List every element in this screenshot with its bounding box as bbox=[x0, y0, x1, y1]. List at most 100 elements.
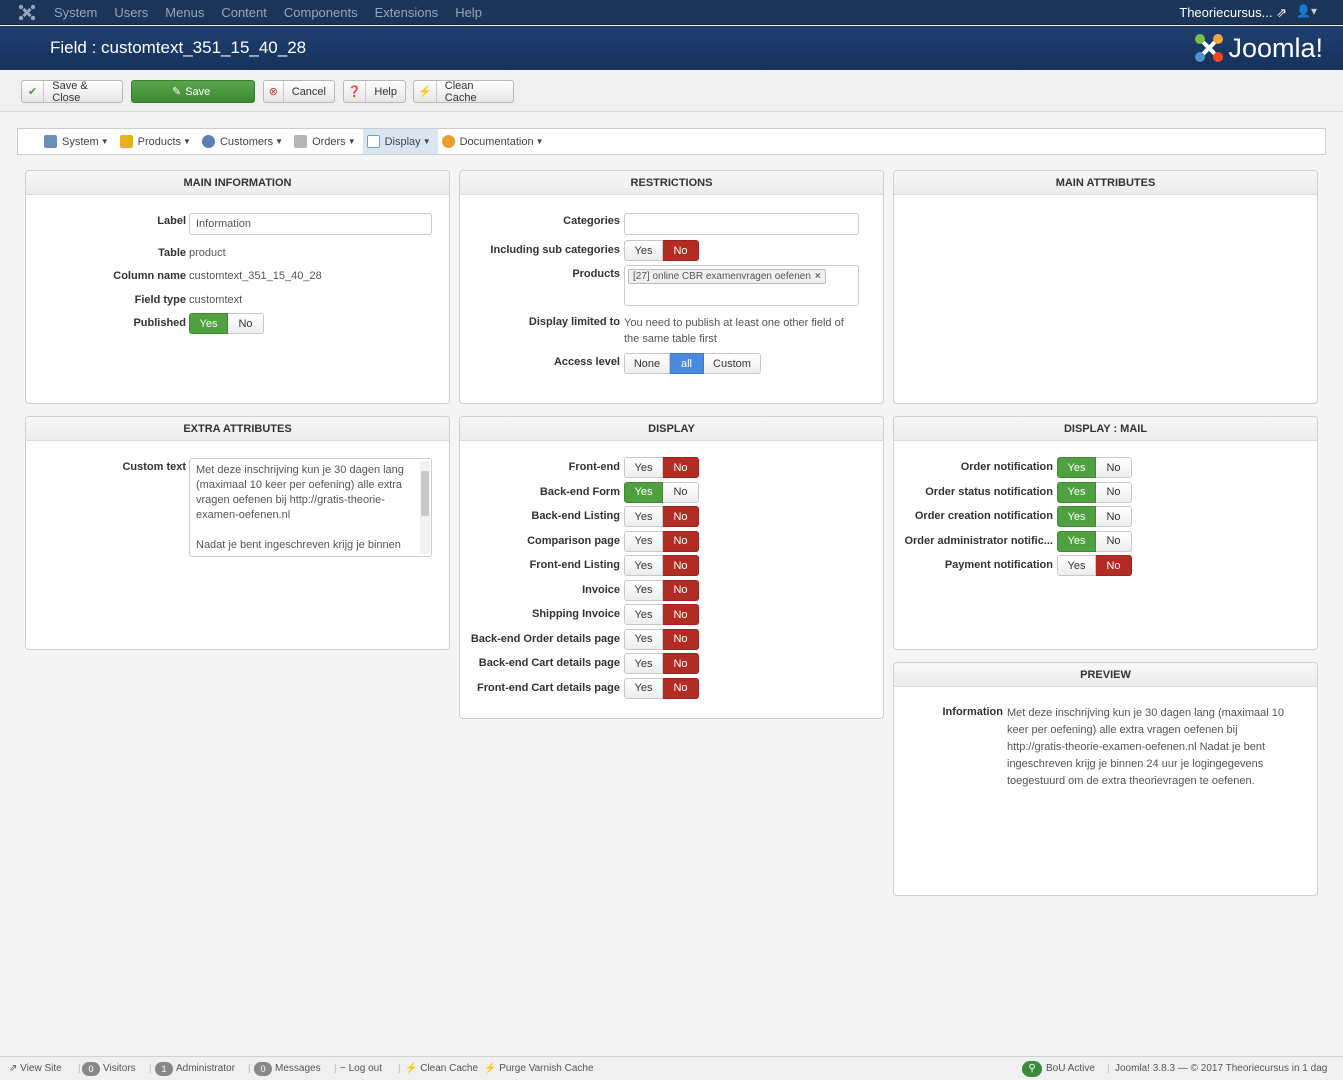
label-field-label: Label bbox=[157, 215, 186, 227]
cancel-label: Cancel bbox=[291, 85, 326, 98]
save-label: Save bbox=[185, 85, 211, 98]
toggle-no[interactable]: No bbox=[663, 481, 699, 503]
toggle-no[interactable]: No bbox=[663, 653, 699, 674]
purge-varnish-link[interactable]: ⚡ Purge Varnish Cache bbox=[484, 1057, 594, 1080]
toggle-row-label: Comparison page bbox=[527, 534, 620, 547]
remove-tag-icon[interactable]: × bbox=[815, 271, 821, 282]
view-site-link[interactable]: ⇗ View Site bbox=[9, 1057, 62, 1080]
submenu-documentation[interactable]: Documentation ▼ bbox=[438, 129, 551, 154]
cancel-button[interactable]: ⊗ Cancel bbox=[263, 80, 335, 103]
toggle-yes[interactable]: Yes bbox=[624, 506, 663, 527]
published-no[interactable]: No bbox=[228, 313, 264, 334]
toggle-yes[interactable]: Yes bbox=[1057, 481, 1096, 503]
toggle-row-label: Back-end Cart details page bbox=[478, 657, 620, 669]
external-link-icon: ⇗ bbox=[1276, 5, 1287, 20]
status-bar: ⇗ View Site | 0 Visitors | 1 Administrator… bbox=[0, 1056, 1343, 1080]
display-panel: DISPLAY Front-end Yes No Back-end Form Yes No… bbox=[459, 416, 884, 719]
nav-content[interactable]: Content bbox=[221, 0, 267, 25]
help-button[interactable]: ❓ Help bbox=[343, 80, 406, 103]
toggle-row-label: Back-end Order details page bbox=[470, 632, 620, 645]
toggle-no[interactable]: No bbox=[663, 604, 699, 625]
yes-no-toggle: Yes No bbox=[624, 457, 699, 478]
access-none[interactable]: None bbox=[624, 353, 670, 374]
nav-menus[interactable]: Menus bbox=[165, 0, 204, 25]
logout-link[interactable]: − Log out bbox=[340, 1057, 382, 1080]
site-link[interactable]: Theoriecursus... ⇗ bbox=[1179, 0, 1287, 25]
submenu-orders[interactable]: Orders ▼ bbox=[290, 129, 363, 154]
toggle-yes[interactable]: Yes bbox=[624, 481, 663, 503]
yes-no-toggle: Yes No bbox=[624, 677, 699, 699]
toggle-yes[interactable]: Yes bbox=[1057, 530, 1096, 552]
subcategories-no[interactable]: No bbox=[663, 240, 699, 261]
administrator-badge: 1 bbox=[155, 1062, 173, 1076]
toggle-yes[interactable]: Yes bbox=[624, 555, 663, 576]
toggle-yes[interactable]: Yes bbox=[624, 653, 663, 674]
toggle-no[interactable]: No bbox=[663, 677, 699, 699]
visitors-item[interactable]: 0 Visitors bbox=[82, 1057, 136, 1080]
toggle-yes[interactable]: Yes bbox=[1057, 555, 1096, 576]
joomla-logo-icon[interactable] bbox=[18, 4, 36, 21]
submenu-display[interactable]: Display ▼ bbox=[362, 129, 438, 154]
nav-extensions[interactable]: Extensions bbox=[375, 0, 439, 25]
subcategories-yes[interactable]: Yes bbox=[624, 240, 663, 261]
nav-users[interactable]: Users bbox=[114, 0, 148, 25]
access-all[interactable]: all bbox=[670, 353, 704, 374]
published-yes[interactable]: Yes bbox=[189, 313, 228, 334]
toggle-yes[interactable]: Yes bbox=[624, 604, 663, 625]
toggle-yes[interactable]: Yes bbox=[1057, 457, 1096, 478]
column-name-label: Column name bbox=[113, 270, 186, 282]
footer-clean-cache[interactable]: ⚡ Clean Cache bbox=[405, 1057, 478, 1080]
nav-help[interactable]: Help bbox=[455, 0, 482, 25]
toggle-row-label: Front-end Listing bbox=[529, 559, 620, 571]
toggle-yes[interactable]: Yes bbox=[624, 530, 663, 552]
messages-item[interactable]: 0 Messages bbox=[254, 1057, 321, 1080]
toggle-no[interactable]: No bbox=[663, 628, 699, 650]
joomla-brand: Joomla! bbox=[1194, 31, 1323, 65]
toggle-no[interactable]: No bbox=[1096, 530, 1132, 552]
preview-panel: PREVIEW Information Met deze inschrijvin… bbox=[893, 662, 1318, 896]
save-button[interactable]: ✎ Save bbox=[131, 80, 255, 103]
toggle-yes[interactable]: Yes bbox=[624, 677, 663, 699]
yes-no-toggle: Yes No bbox=[624, 530, 699, 552]
toggle-no[interactable]: No bbox=[1096, 506, 1132, 527]
panel-title: RESTRICTIONS bbox=[460, 171, 883, 195]
categories-input[interactable] bbox=[624, 213, 859, 235]
toggle-yes[interactable]: Yes bbox=[624, 579, 663, 601]
toggle-yes[interactable]: Yes bbox=[1057, 506, 1096, 527]
toggle-row-label: Order notification bbox=[960, 461, 1053, 473]
toggle-no[interactable]: No bbox=[663, 457, 699, 478]
toggle-no[interactable]: No bbox=[1096, 457, 1132, 478]
administrator-item[interactable]: 1 Administrator bbox=[155, 1057, 235, 1080]
toggle-no[interactable]: No bbox=[663, 579, 699, 601]
check-icon: ✔ bbox=[22, 81, 45, 102]
textarea-scrollbar[interactable] bbox=[420, 461, 430, 554]
submenu-products[interactable]: Products ▼ bbox=[116, 129, 198, 154]
tools-icon bbox=[44, 135, 57, 148]
bou-status[interactable]: ⚲ BoU Active bbox=[1022, 1057, 1095, 1080]
yes-no-toggle: Yes No bbox=[624, 653, 699, 674]
toggle-no[interactable]: No bbox=[663, 530, 699, 552]
panel-title: EXTRA ATTRIBUTES bbox=[26, 417, 449, 441]
toggle-no[interactable]: No bbox=[1096, 555, 1132, 576]
toggle-no[interactable]: No bbox=[1096, 481, 1132, 503]
toggle-no[interactable]: No bbox=[663, 506, 699, 527]
toolbar: ✔ Save & Close ✎ Save ⊗ Cancel ❓ Help ⚡ … bbox=[0, 70, 1343, 112]
footer-clean-cache-label: Clean Cache bbox=[420, 1063, 479, 1074]
nav-components[interactable]: Components bbox=[284, 0, 358, 25]
visitors-label: Visitors bbox=[103, 1063, 136, 1074]
scrollbar-thumb[interactable] bbox=[421, 471, 429, 516]
submenu-system[interactable]: System ▼ bbox=[40, 129, 116, 154]
toggle-yes[interactable]: Yes bbox=[624, 457, 663, 478]
save-close-button[interactable]: ✔ Save & Close bbox=[21, 80, 123, 104]
label-input[interactable]: Information bbox=[189, 213, 432, 235]
custom-text-textarea[interactable]: Met deze inschrijving kun je 30 dagen la… bbox=[189, 458, 432, 557]
clean-cache-button[interactable]: ⚡ Clean Cache bbox=[413, 80, 514, 104]
main-information-panel: MAIN INFORMATION Label Information Table… bbox=[25, 170, 450, 404]
products-input[interactable]: [27] online CBR examenvragen oefenen × bbox=[624, 265, 859, 306]
nav-system[interactable]: System bbox=[54, 0, 97, 25]
toggle-no[interactable]: No bbox=[663, 555, 699, 576]
submenu-customers[interactable]: Customers ▼ bbox=[198, 129, 290, 154]
access-custom[interactable]: Custom bbox=[704, 353, 761, 374]
user-icon[interactable]: 👤▾ bbox=[1296, 4, 1317, 18]
toggle-yes[interactable]: Yes bbox=[624, 628, 663, 650]
